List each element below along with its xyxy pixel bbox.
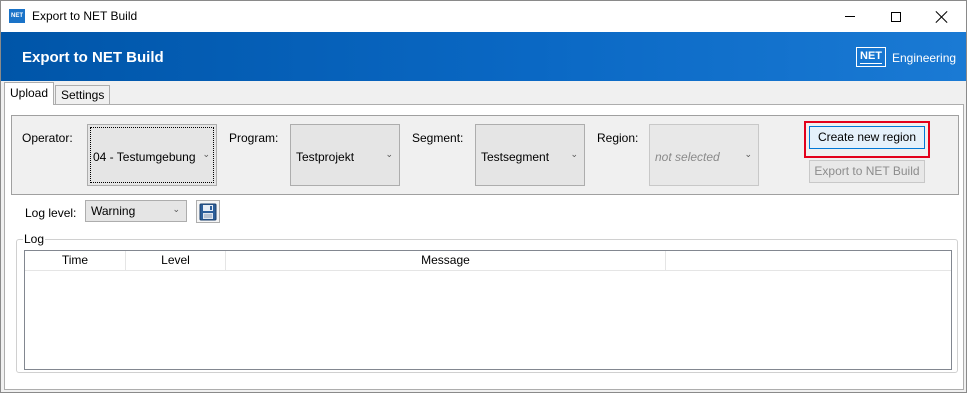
chevron-down-icon: ⌄ [385,149,393,159]
close-button[interactable] [919,1,965,32]
window-title: Export to NET Build [32,9,138,23]
program-label: Program: [229,131,279,145]
log-table-header: Time Level Message [25,251,951,271]
save-log-button[interactable] [196,200,220,223]
create-new-region-button[interactable]: Create new region [809,126,925,149]
log-level-select[interactable]: Warning ⌄ [85,200,187,222]
chevron-down-icon: ⌄ [202,149,210,159]
column-header-filler [666,251,951,271]
maximize-icon [891,11,901,22]
log-group: Log Time Level Message [16,232,958,373]
program-select[interactable]: Testprojekt ⌄ [290,124,400,186]
banner-title: Export to NET Build [22,49,164,66]
floppy-disk-icon [199,203,217,220]
region-value: not selected [655,150,720,164]
log-table[interactable]: Time Level Message [24,250,952,370]
segment-select[interactable]: Testsegment ⌄ [475,124,585,186]
column-header-level[interactable]: Level [126,251,226,271]
region-select[interactable]: not selected ⌄ [649,124,759,186]
log-level-label: Log level: [25,206,77,220]
maximize-button[interactable] [873,1,919,32]
title-bar[interactable]: NET Export to NET Build [1,1,966,32]
selection-group: Operator: 04 - Testumgebung ⌄ Program: T… [11,115,959,195]
chevron-down-icon: ⌄ [744,149,752,159]
operator-label: Operator: [22,131,73,145]
net-logo: NET [856,47,886,67]
region-label: Region: [597,131,639,145]
chevron-down-icon: ⌄ [172,204,180,214]
column-header-time[interactable]: Time [25,251,126,271]
tab-upload[interactable]: Upload [4,82,55,105]
log-level-value: Warning [91,204,136,218]
main-window: NET Export to NET Build Export to NET Bu… [0,0,967,393]
app-icon: NET [9,9,25,23]
operator-value: 04 - Testumgebung [93,150,196,164]
minimize-button[interactable] [827,1,873,32]
segment-value: Testsegment [481,150,550,164]
program-value: Testprojekt [296,150,355,164]
close-icon [936,11,948,23]
logo-text: Engineering [892,51,957,65]
tab-settings[interactable]: Settings [55,85,111,105]
log-group-title: Log [23,232,46,246]
segment-label: Segment: [412,131,464,145]
minimize-icon [845,16,855,17]
upload-panel: Operator: 04 - Testumgebung ⌄ Program: T… [4,104,964,390]
operator-select[interactable]: 04 - Testumgebung ⌄ [87,124,217,186]
header-banner: Export to NET Build NET Engineering [1,32,966,81]
export-to-net-build-button[interactable]: Export to NET Build [809,160,925,183]
chevron-down-icon: ⌄ [570,149,578,159]
column-header-message[interactable]: Message [226,251,666,271]
